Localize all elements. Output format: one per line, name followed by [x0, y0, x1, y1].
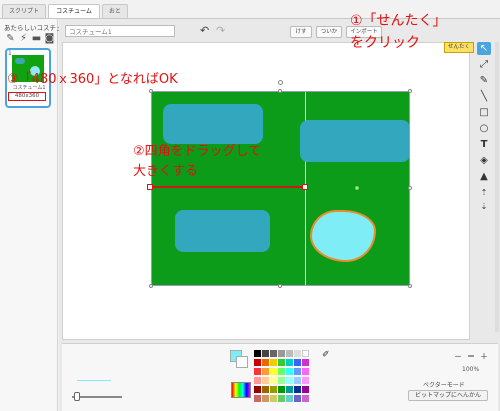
- drag-start-handle: [147, 184, 153, 190]
- mode-label: ベクターモード: [423, 382, 465, 389]
- preview-trees: [15, 58, 25, 64]
- ellipse-tool-icon[interactable]: ○: [477, 122, 491, 135]
- brush-icon[interactable]: ✎: [5, 33, 16, 44]
- step2-annotation-line2: 大きくする: [133, 164, 199, 179]
- tab-scripts[interactable]: スクリプト: [2, 4, 46, 19]
- handle-tm[interactable]: [278, 89, 282, 93]
- convert-to-bitmap-button[interactable]: ビットマップにへんかん: [408, 390, 488, 401]
- handle-bl[interactable]: [149, 284, 153, 288]
- redo-icon[interactable]: ↷: [216, 24, 225, 37]
- add-button[interactable]: ついか: [316, 26, 342, 38]
- drag-guide-line: [150, 186, 307, 188]
- zoom-in-icon[interactable]: ＋: [479, 352, 489, 362]
- text-tool-icon[interactable]: T: [477, 138, 491, 151]
- step3-annotation: ③「480ｘ360」となればOK: [7, 72, 178, 87]
- folder-icon[interactable]: ▬: [31, 33, 42, 44]
- step1-annotation-line1: ①「せんたく」: [350, 13, 447, 29]
- zoom-reset-icon[interactable]: ＝: [466, 352, 476, 362]
- color-gradient-picker[interactable]: [231, 382, 251, 398]
- tab-costumes[interactable]: コスチューム: [48, 4, 100, 19]
- rotation-handle[interactable]: [278, 80, 283, 85]
- stamp-tool-icon[interactable]: ▲: [477, 170, 491, 183]
- slider-knob[interactable]: [74, 392, 80, 401]
- handle-tr[interactable]: [408, 89, 412, 93]
- camera-icon[interactable]: ◙: [44, 33, 55, 44]
- stroke-preview-line: [77, 380, 111, 381]
- handle-mr[interactable]: [408, 186, 412, 190]
- drag-end-handle: [302, 184, 308, 190]
- canvas-scrollbar[interactable]: [495, 42, 499, 332]
- select-tool-icon[interactable]: ↖: [477, 42, 491, 55]
- handle-br[interactable]: [408, 284, 412, 288]
- color-palette[interactable]: [254, 350, 320, 406]
- line-tool-icon[interactable]: ╲: [477, 90, 491, 103]
- eyedropper-icon[interactable]: ✐: [322, 350, 330, 360]
- step2-annotation-line1: ②四角をドラッグして: [133, 144, 262, 159]
- costume-size: 480x360: [8, 92, 46, 101]
- costume-index: 1: [8, 50, 12, 57]
- fill-tool-icon[interactable]: ◈: [477, 154, 491, 167]
- front-icon[interactable]: ⇡: [477, 186, 491, 199]
- costume-name-input[interactable]: [65, 25, 175, 37]
- rectangle-tool-icon[interactable]: □: [477, 106, 491, 119]
- paint-toolbar: ↖ ⤢ ✎ ╲ □ ○ T ◈ ▲ ⇡ ⇣: [474, 42, 494, 212]
- clear-button[interactable]: けす: [290, 26, 312, 38]
- step1-annotation-line2: をクリック: [350, 35, 420, 51]
- select-tooltip: せんたく: [444, 42, 474, 53]
- zoom-out-icon[interactable]: －: [453, 352, 463, 362]
- reshape-tool-icon[interactable]: ⤢: [477, 58, 491, 71]
- handle-tl[interactable]: [149, 89, 153, 93]
- undo-icon[interactable]: ↶: [200, 24, 209, 37]
- handle-bm[interactable]: [278, 284, 282, 288]
- selection-box[interactable]: [151, 91, 410, 286]
- tab-sounds[interactable]: おと: [102, 4, 128, 19]
- secondary-color-swatch[interactable]: [236, 356, 248, 368]
- pencil-tool-icon[interactable]: ✎: [477, 74, 491, 87]
- wand-icon[interactable]: ⚡: [18, 33, 29, 44]
- zoom-level: 100%: [462, 366, 480, 373]
- back-icon[interactable]: ⇣: [477, 200, 491, 213]
- center-point: [355, 186, 359, 190]
